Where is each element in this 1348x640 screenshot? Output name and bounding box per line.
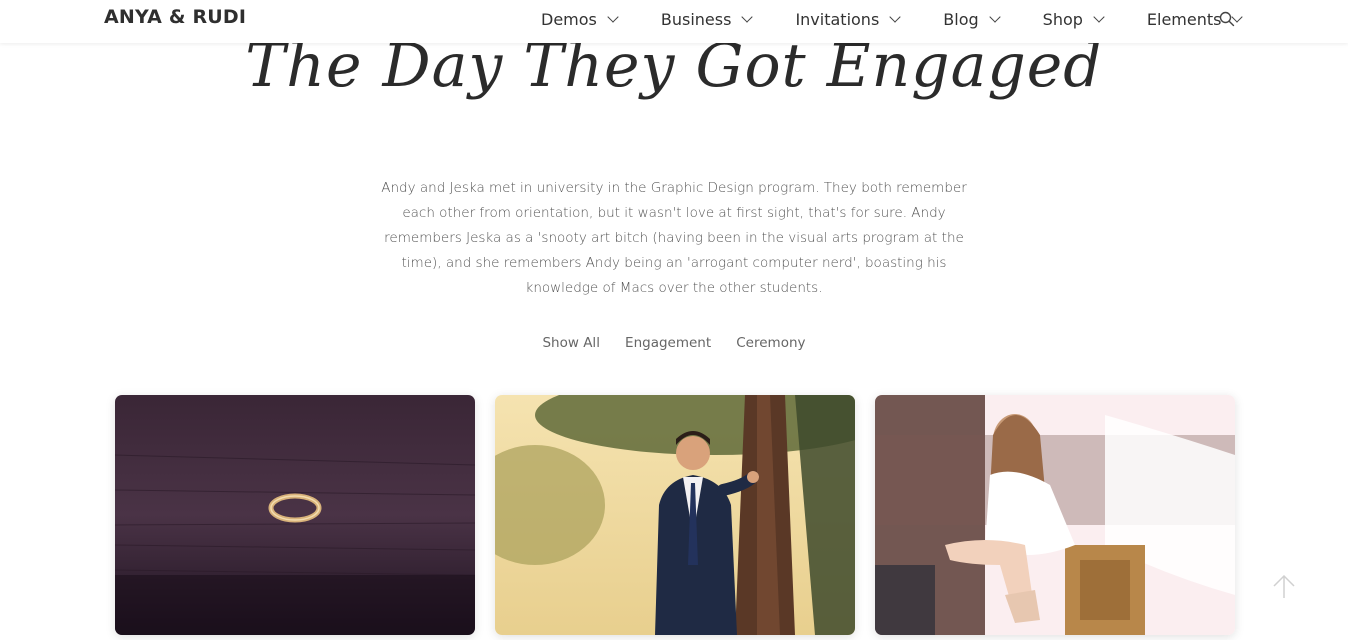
nav-item-label: Demos: [541, 9, 597, 29]
bride-shoe-photo: [875, 395, 1235, 635]
gallery-item-groom[interactable]: [495, 395, 855, 635]
chevron-down-icon: [1093, 11, 1105, 23]
filter-engagement[interactable]: Engagement: [625, 335, 711, 351]
gallery-item-bride[interactable]: [875, 395, 1235, 635]
groom-tree-photo: [495, 395, 855, 635]
site-header: ANYA & RUDI Demos Business Invitations B…: [0, 0, 1348, 43]
search-icon[interactable]: [1219, 11, 1235, 27]
chevron-down-icon: [988, 11, 1001, 23]
gallery-item-ring[interactable]: [115, 395, 475, 635]
site-logo[interactable]: ANYA & RUDI: [104, 6, 246, 28]
filter-ceremony[interactable]: Ceremony: [736, 335, 805, 351]
gallery-filter: Show All Engagement Ceremony: [0, 332, 1348, 351]
nav-item-label: Invitations: [795, 9, 880, 29]
nav-item-shop[interactable]: Shop: [1042, 9, 1105, 29]
main-nav: Demos Business Invitations Blog Shop Ele…: [541, 7, 1244, 31]
nav-item-label: Blog: [943, 9, 979, 29]
ring-photo: [115, 395, 475, 635]
chevron-down-icon: [607, 11, 619, 23]
nav-item-invitations[interactable]: Invitations: [795, 9, 901, 29]
page: ANYA & RUDI Demos Business Invitations B…: [0, 0, 1348, 640]
nav-item-label: Elements: [1146, 9, 1222, 29]
nav-item-label: Shop: [1042, 9, 1083, 29]
story-description: Andy and Jeska met in university in the …: [381, 180, 967, 296]
nav-item-label: Business: [660, 9, 732, 29]
nav-item-business[interactable]: Business: [660, 9, 754, 29]
nav-item-demos[interactable]: Demos: [541, 9, 619, 29]
arrow-up-icon[interactable]: [1270, 572, 1298, 600]
filter-show-all[interactable]: Show All: [542, 335, 599, 351]
nav-item-blog[interactable]: Blog: [943, 9, 1001, 29]
chevron-down-icon: [741, 11, 754, 23]
chevron-down-icon: [889, 11, 901, 23]
